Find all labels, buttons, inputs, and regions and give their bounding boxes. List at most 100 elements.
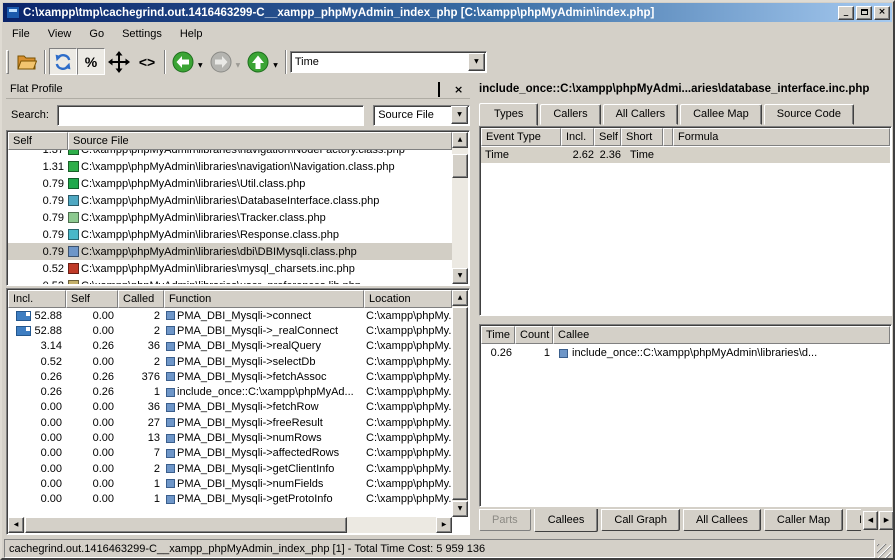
menu-file[interactable]: File xyxy=(3,25,39,43)
tab-call-graph[interactable]: Call Graph xyxy=(601,509,680,531)
table-row[interactable]: 0.00 0.00 36 PMA_DBI_Mysqli->fetchRow C:… xyxy=(8,400,452,415)
column-header-event-type[interactable]: Event Type xyxy=(481,128,561,146)
vertical-scrollbar[interactable]: ▲ ▼ xyxy=(452,290,468,517)
list-item-selected[interactable]: 0.79 C:\xampp\phpMyAdmin\libraries\dbi\D… xyxy=(8,243,452,260)
chevron-down-icon[interactable]: ▼ xyxy=(451,106,468,124)
function-name: PMA_DBI_Mysqli->fetchAssoc xyxy=(177,371,326,383)
tab-caller-map[interactable]: Caller Map xyxy=(764,509,843,531)
detail-panel: include_once::C:\xampp\phpMyAdmi...aries… xyxy=(476,80,895,536)
table-row[interactable]: 0.26 0.26 376 PMA_DBI_Mysqli->fetchAssoc… xyxy=(8,369,452,384)
scroll-left-button[interactable]: ◀ xyxy=(8,517,24,533)
column-header-self[interactable]: Self xyxy=(66,290,118,308)
float-dock-button[interactable] xyxy=(438,84,450,95)
forward-dropdown-caret[interactable]: ▼ xyxy=(236,62,241,69)
forward-button[interactable] xyxy=(207,48,235,75)
back-button[interactable] xyxy=(169,48,197,75)
event-type-combobox[interactable]: Time ▼ xyxy=(290,51,487,73)
column-header-source-file[interactable]: Source File xyxy=(68,132,452,150)
menu-view[interactable]: View xyxy=(39,25,81,43)
close-button[interactable]: × xyxy=(874,6,890,20)
scroll-up-button[interactable]: ▲ xyxy=(452,290,468,306)
list-item[interactable]: 0.52 C:\xampp\phpMyAdmin\libraries\user_… xyxy=(8,277,452,284)
file-color-icon xyxy=(68,263,79,274)
relative-percent-button[interactable]: % xyxy=(77,48,105,75)
list-item[interactable]: 1.37 C:\xampp\phpMyAdmin\libraries\navig… xyxy=(8,150,452,158)
column-header-callee[interactable]: Callee xyxy=(553,326,890,344)
tab-parts[interactable]: Parts xyxy=(479,509,531,531)
open-file-button[interactable] xyxy=(13,48,41,75)
back-dropdown-caret[interactable]: ▼ xyxy=(198,62,203,69)
tab-callee-map[interactable]: Callee Map xyxy=(680,104,762,125)
table-row[interactable]: 0.00 0.00 27 PMA_DBI_Mysqli->freeResult … xyxy=(8,415,452,430)
table-row[interactable]: 0.00 0.00 1 PMA_DBI_Mysqli->numFields C:… xyxy=(8,476,452,491)
column-header-self[interactable]: Self xyxy=(594,128,621,146)
function-table: Incl. Self Called Function Location 52.8… xyxy=(6,288,470,535)
table-row[interactable]: 0.52 0.00 2 PMA_DBI_Mysqli->selectDb C:\… xyxy=(8,354,452,369)
incl-cost: 52.88 xyxy=(34,310,62,322)
column-header-incl[interactable]: Incl. xyxy=(8,290,66,308)
event-type-row-selected[interactable]: Time 2.62 2.36 Time xyxy=(481,147,890,163)
shorten-templates-button[interactable]: <> xyxy=(133,48,161,75)
up-button[interactable] xyxy=(244,48,272,75)
grouping-combobox[interactable]: Source File ▼ xyxy=(373,105,470,126)
dock-title-bar[interactable]: Flat Profile × xyxy=(6,80,470,99)
scrollbar-thumb[interactable] xyxy=(25,517,347,533)
horizontal-scrollbar[interactable]: ◀ ▶ xyxy=(8,517,452,533)
cycle-groups-button[interactable] xyxy=(49,48,77,75)
tab-scroll-right-button[interactable]: ▶ xyxy=(879,511,894,530)
minimize-button[interactable]: _ xyxy=(838,6,854,20)
function-icon xyxy=(559,349,568,358)
list-item[interactable]: 1.31 C:\xampp\phpMyAdmin\libraries\navig… xyxy=(8,158,452,175)
list-item[interactable]: 0.79 C:\xampp\phpMyAdmin\libraries\Datab… xyxy=(8,192,452,209)
table-row[interactable]: 52.88 0.00 2 PMA_DBI_Mysqli->_realConnec… xyxy=(8,323,452,338)
search-input[interactable] xyxy=(57,105,364,126)
up-dropdown-caret[interactable]: ▼ xyxy=(273,62,278,69)
menu-settings[interactable]: Settings xyxy=(113,25,171,43)
maximize-button[interactable] xyxy=(856,6,872,20)
tab-machine[interactable]: Machine xyxy=(846,509,861,531)
column-header-function[interactable]: Function xyxy=(164,290,364,308)
table-row[interactable]: 0.00 0.00 7 PMA_DBI_Mysqli->affectedRows… xyxy=(8,446,452,461)
vertical-scrollbar[interactable]: ▲ ▼ xyxy=(452,132,468,284)
table-row[interactable]: 3.14 0.26 36 PMA_DBI_Mysqli->realQuery C… xyxy=(8,339,452,354)
tab-callers[interactable]: Callers xyxy=(540,104,600,125)
tab-types[interactable]: Types xyxy=(479,103,538,126)
list-item[interactable]: 0.79 C:\xampp\phpMyAdmin\libraries\Respo… xyxy=(8,226,452,243)
column-header-incl[interactable]: Incl. xyxy=(561,128,594,146)
chevron-down-icon[interactable]: ▼ xyxy=(468,53,485,71)
table-row[interactable]: 0.00 0.00 1 PMA_DBI_Mysqli->getProtoInfo… xyxy=(8,492,452,507)
column-header-time[interactable]: Time xyxy=(481,326,515,344)
column-header-short[interactable]: Short xyxy=(621,128,663,146)
column-header-count[interactable]: Count xyxy=(515,326,553,344)
column-header-location[interactable]: Location xyxy=(364,290,452,308)
toolbar-handle[interactable] xyxy=(6,50,9,74)
list-item[interactable]: 0.79 C:\xampp\phpMyAdmin\libraries\Track… xyxy=(8,209,452,226)
list-item[interactable]: 0.79 C:\xampp\phpMyAdmin\libraries\Util.… xyxy=(8,175,452,192)
resize-grip-icon[interactable] xyxy=(877,544,891,558)
tab-source-code[interactable]: Source Code xyxy=(764,104,854,125)
table-row[interactable]: 0.26 0.26 1 include_once::C:\xampp\phpMy… xyxy=(8,384,452,399)
scroll-down-button[interactable]: ▼ xyxy=(452,268,468,284)
tab-all-callers[interactable]: All Callers xyxy=(603,104,679,125)
title-bar[interactable]: C:\xampp\tmp\cachegrind.out.1416463299-C… xyxy=(3,3,892,22)
scrollbar-thumb[interactable] xyxy=(452,154,468,178)
expand-areas-button[interactable] xyxy=(105,48,133,75)
menu-go[interactable]: Go xyxy=(80,25,113,43)
column-header-self[interactable]: Self xyxy=(8,132,68,150)
list-item[interactable]: 0.52 C:\xampp\phpMyAdmin\libraries\mysql… xyxy=(8,260,452,277)
scroll-down-button[interactable]: ▼ xyxy=(452,501,468,517)
close-dock-button[interactable]: × xyxy=(454,84,466,95)
scroll-right-button[interactable]: ▶ xyxy=(436,517,452,533)
table-row[interactable]: 0.00 0.00 13 PMA_DBI_Mysqli->numRows C:\… xyxy=(8,430,452,445)
tab-scroll-left-button[interactable]: ◀ xyxy=(863,511,878,530)
table-row[interactable]: 52.88 0.00 2 PMA_DBI_Mysqli->connect C:\… xyxy=(8,308,452,323)
tab-callees[interactable]: Callees xyxy=(534,509,599,532)
column-header-called[interactable]: Called xyxy=(118,290,164,308)
menu-help[interactable]: Help xyxy=(171,25,212,43)
scroll-up-button[interactable]: ▲ xyxy=(452,132,468,148)
column-header-formula[interactable]: Formula xyxy=(673,128,890,146)
table-row[interactable]: 0.00 0.00 2 PMA_DBI_Mysqli->getClientInf… xyxy=(8,461,452,476)
scrollbar-thumb[interactable] xyxy=(452,307,468,500)
tab-all-callees[interactable]: All Callees xyxy=(683,509,761,531)
callee-row[interactable]: 0.26 1 include_once::C:\xampp\phpMyAdmin… xyxy=(481,345,890,361)
